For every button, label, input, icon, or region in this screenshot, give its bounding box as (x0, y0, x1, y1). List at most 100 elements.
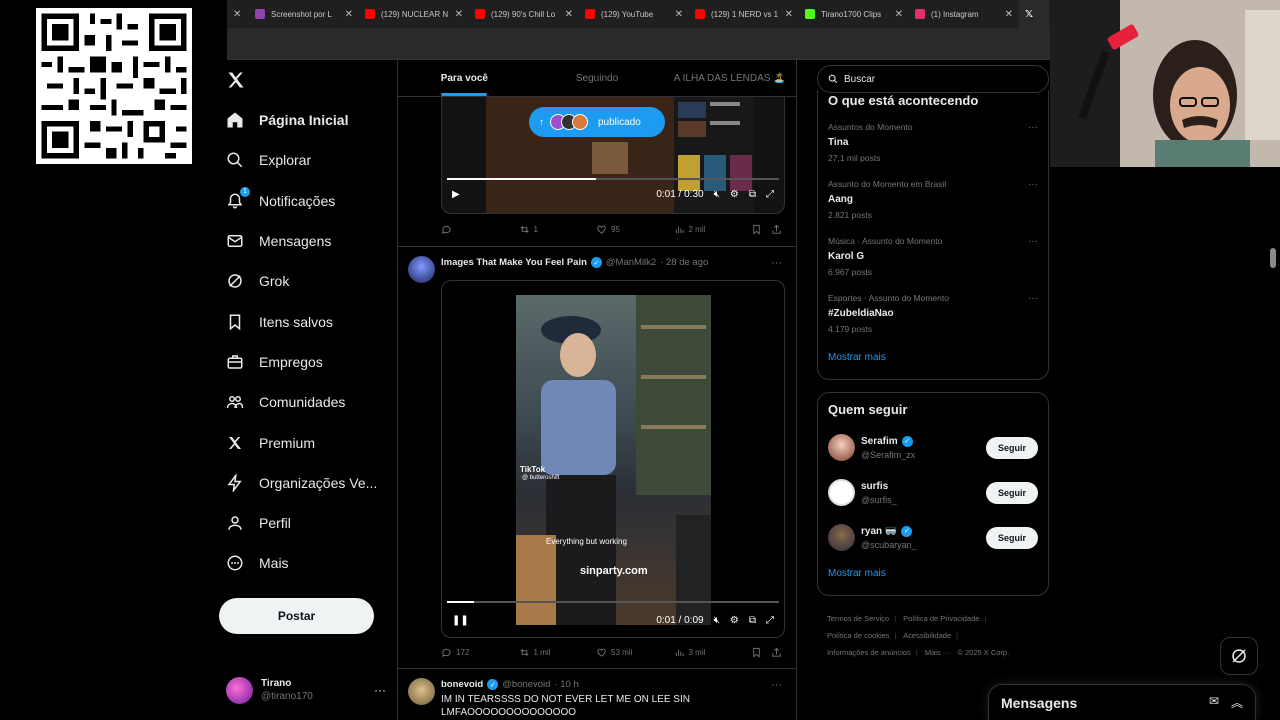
browser-tab[interactable]: (1) Instagram ✕ (909, 0, 1019, 28)
pause-icon[interactable]: ❚❚ (452, 615, 469, 626)
published-pill[interactable]: ↑ publicado (529, 107, 665, 137)
messages-drawer[interactable]: Mensagens ✉ ︽ (988, 684, 1256, 720)
fullscreen-icon[interactable]: ⤢ (766, 615, 774, 626)
tweet-video-player[interactable]: TikTok @ butteroshift Everything but wor… (441, 280, 785, 638)
browser-tab[interactable]: Tirano1700 Clips ✕ (799, 0, 909, 28)
show-more-trends-link[interactable]: Mostrar mais (818, 352, 1048, 363)
follow-button[interactable]: Seguir (986, 436, 1038, 459)
author-handle[interactable]: @bonevoid (502, 679, 550, 690)
show-more-follow-link[interactable]: Mostrar mais (818, 568, 1048, 579)
trend-item[interactable]: Música · Assunto do Momento Karol G 6.96… (818, 236, 1048, 293)
follow-suggestion[interactable]: Serafim ✓ @Serafim_zx Seguir (818, 425, 1048, 470)
author-name[interactable]: Images That Make You Feel Pain (441, 257, 587, 268)
avatar[interactable] (408, 678, 435, 705)
pip-icon[interactable]: ⧉ (749, 189, 756, 200)
close-icon[interactable]: ✕ (1005, 9, 1013, 20)
search-box[interactable] (817, 65, 1049, 93)
nav-item-notifications[interactable]: 1 Notificações (226, 181, 396, 221)
search-input[interactable] (844, 73, 1034, 85)
video-progress-bar[interactable] (447, 601, 779, 603)
follow-suggestion[interactable]: ryan 🥽 ✓ @scubaryan_ Seguir (818, 515, 1048, 560)
browser-tab[interactable]: (129) YouTube ✕ (579, 0, 689, 28)
settings-icon[interactable]: ⚙ (730, 615, 739, 626)
fullscreen-icon[interactable]: ⤢ (766, 189, 774, 200)
close-icon[interactable]: ✕ (455, 9, 463, 20)
nav-item-explore[interactable]: Explorar (226, 140, 396, 180)
author-handle[interactable]: @ManMilk2 (606, 257, 656, 268)
trend-item[interactable]: Assunto do Momento em Brasil Aang 2.821 … (818, 179, 1048, 236)
more-icon[interactable]: ··· (1028, 293, 1038, 304)
follow-button[interactable]: Seguir (986, 481, 1038, 504)
tab-community[interactable]: A ILHA DAS LENDAS 🏝️ (663, 60, 796, 96)
nav-item-communities[interactable]: Comunidades (226, 382, 396, 422)
chevron-up-icon[interactable]: ︽ (1231, 694, 1243, 711)
nav-item-premium[interactable]: Premium (226, 422, 396, 462)
x-logo-icon[interactable] (226, 70, 246, 90)
nav-item-bookmarks[interactable]: Itens salvos (226, 301, 396, 341)
close-icon[interactable]: ✕ (233, 9, 241, 20)
nav-item-home[interactable]: Página Inicial (226, 100, 396, 140)
footer-link-accessibility[interactable]: Acessibilidade (903, 631, 951, 640)
bookmark-button[interactable] (751, 224, 771, 235)
footer-link-ads-info[interactable]: Informações de anúncios (827, 648, 911, 657)
views-button[interactable]: 2 mil (674, 224, 752, 235)
browser-tab-active[interactable]: 𝕏 (1019, 0, 1049, 28)
tab-following[interactable]: Seguindo (531, 60, 664, 96)
post-button[interactable]: Postar (219, 598, 374, 634)
more-icon[interactable]: ··· (771, 257, 782, 269)
browser-tab-close[interactable]: ✕ (227, 0, 249, 28)
more-icon[interactable]: ··· (1028, 236, 1038, 247)
follow-button[interactable]: Seguir (986, 526, 1038, 549)
close-icon[interactable]: ✕ (345, 9, 353, 20)
more-icon[interactable]: ··· (771, 679, 782, 691)
more-icon[interactable]: ··· (1028, 179, 1038, 190)
tweet-date[interactable]: · 10 h (554, 679, 578, 690)
tab-for-you[interactable]: Para você (398, 60, 531, 96)
volume-icon[interactable]: 🔇︎ (714, 189, 720, 200)
page-scrollbar[interactable] (1270, 248, 1276, 268)
pip-icon[interactable]: ⧉ (749, 615, 756, 626)
new-message-icon[interactable]: ✉ (1209, 694, 1219, 711)
browser-tab[interactable]: (129) 1 NERD vs 1 ✕ (689, 0, 799, 28)
settings-icon[interactable]: ⚙ (730, 189, 739, 200)
footer-link-cookies[interactable]: Política de cookies (827, 631, 890, 640)
share-button[interactable] (771, 647, 785, 658)
nav-item-messages[interactable]: Mensagens (226, 221, 396, 261)
like-button[interactable]: 95 (596, 224, 674, 235)
repost-button[interactable]: 1 (519, 224, 597, 235)
bookmark-button[interactable] (751, 647, 771, 658)
browser-tab[interactable]: (129) 90's Chill Lo ✕ (469, 0, 579, 28)
account-switcher[interactable]: Tirano @tirano170 ··· (226, 673, 386, 707)
reply-button[interactable]: 172 (441, 647, 519, 658)
close-icon[interactable]: ✕ (675, 9, 683, 20)
share-button[interactable] (771, 224, 785, 235)
close-icon[interactable]: ✕ (565, 9, 573, 20)
avatar[interactable] (408, 256, 435, 283)
browser-tab[interactable]: (129) NUCLEAR N ✕ (359, 0, 469, 28)
trend-item[interactable]: Esportes · Assunto do Momento #ZubeldiaN… (818, 293, 1048, 350)
tweet-date[interactable]: · 28 de ago (660, 257, 708, 268)
nav-item-more[interactable]: Mais (226, 543, 396, 583)
nav-item-profile[interactable]: Perfil (226, 503, 396, 543)
footer-link-more[interactable]: Mais ··· (925, 648, 950, 657)
more-icon[interactable]: ··· (374, 683, 386, 697)
browser-tab[interactable]: Screenshot por L ✕ (249, 0, 359, 28)
trend-item[interactable]: Assuntos do Momento Tina 27,1 mil posts … (818, 122, 1048, 179)
repost-button[interactable]: 1 mil (519, 647, 597, 658)
views-button[interactable]: 3 mil (674, 647, 752, 658)
grok-floating-button[interactable] (1220, 637, 1258, 675)
nav-item-grok[interactable]: Grok (226, 261, 396, 301)
reply-button[interactable] (441, 224, 519, 235)
nav-item-jobs[interactable]: Empregos (226, 342, 396, 382)
play-icon[interactable]: ▶ (452, 189, 460, 200)
close-icon[interactable]: ✕ (895, 9, 903, 20)
volume-icon[interactable]: 🔇︎ (714, 615, 720, 626)
like-button[interactable]: 53 mil (596, 647, 674, 658)
footer-link-terms[interactable]: Termos de Serviço (827, 614, 889, 623)
follow-suggestion[interactable]: surfis @surfis_ Seguir (818, 470, 1048, 515)
close-icon[interactable]: ✕ (785, 9, 793, 20)
nav-item-verified-orgs[interactable]: Organizações Ve... (226, 463, 396, 503)
more-icon[interactable]: ··· (1028, 122, 1038, 133)
video-progress-bar[interactable] (447, 178, 779, 180)
footer-link-privacy[interactable]: Política de Privacidade (903, 614, 979, 623)
